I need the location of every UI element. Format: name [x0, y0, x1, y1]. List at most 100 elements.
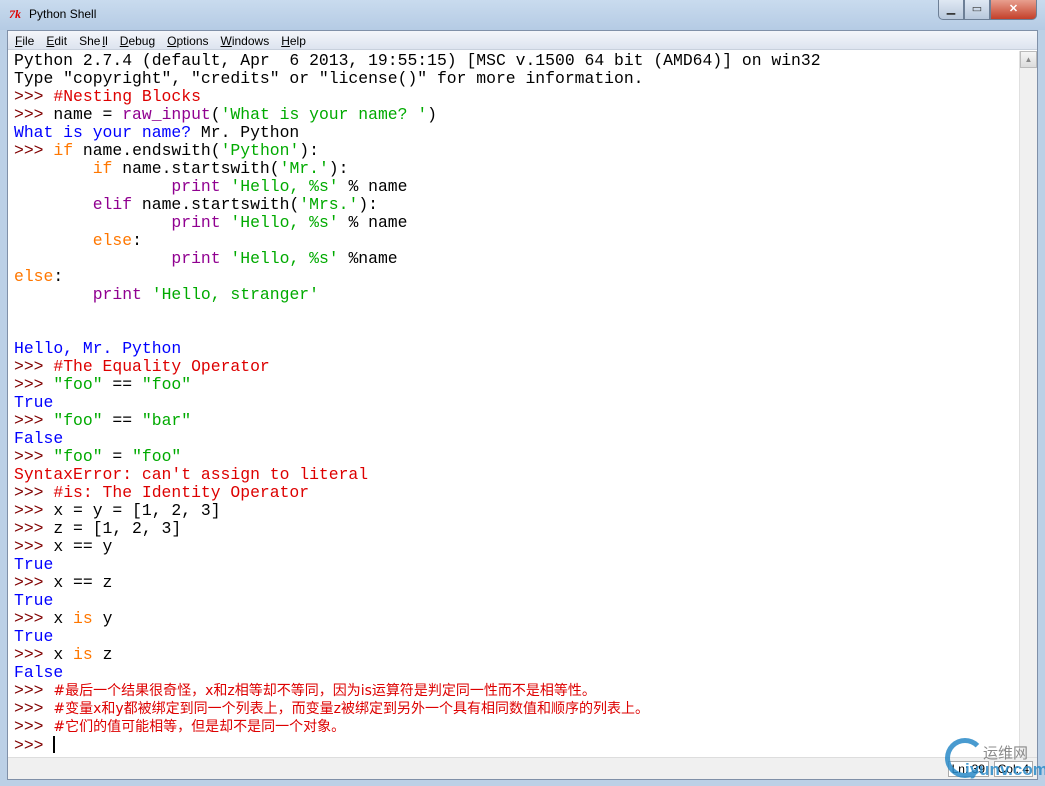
shell-line: >>> x == z	[14, 574, 1020, 592]
shell-line: >>> #The Equality Operator	[14, 358, 1020, 376]
shell-line: print 'Hello, %s' %name	[14, 250, 1020, 268]
code-token: 'Hello, %s'	[230, 213, 339, 232]
menu-label: indows	[231, 34, 270, 48]
shell-line: >>> #它们的值可能相等，但是却不是同一个对象。	[14, 718, 1020, 736]
shell-line: SyntaxError: can't assign to literal	[14, 466, 1020, 484]
menu-label: l	[105, 34, 108, 48]
menu-item[interactable]: Help	[280, 31, 315, 49]
code-token: :	[132, 231, 142, 250]
prompt: >>>	[14, 411, 54, 430]
code-token: 'Hello, %s'	[230, 249, 339, 268]
shell-line: >>> if name.endswith('Python'):	[14, 142, 1020, 160]
menu-item[interactable]: Options	[166, 31, 217, 49]
menu-label: ebug	[128, 34, 156, 48]
shell-line: print 'Hello, stranger'	[14, 286, 1020, 304]
shell-line: False	[14, 664, 1020, 682]
prompt: >>>	[14, 357, 54, 376]
code-token: x == z	[53, 573, 113, 592]
code-token: x == y	[53, 537, 113, 556]
shell-line: >>> x is z	[14, 646, 1020, 664]
code-token: name.startswith(	[132, 195, 300, 214]
code-token: else	[14, 267, 54, 286]
code-token: Type "copyright", "credits" or "license(…	[14, 69, 644, 88]
code-token: SyntaxError: can't assign to literal	[14, 465, 369, 484]
menu-item[interactable]: Windows	[220, 31, 279, 49]
menu-item[interactable]: She ll	[78, 31, 117, 49]
code-token: "foo"	[53, 375, 103, 394]
close-button[interactable]: ✕	[990, 0, 1037, 20]
shell-line: print 'Hello, %s' % name	[14, 178, 1020, 196]
code-token: "bar"	[141, 411, 192, 430]
code-token: What is your name?	[14, 123, 201, 142]
code-token: Python 2.7.4 (default, Apr 6 2013, 19:55…	[14, 51, 821, 70]
code-token: 'Mrs.'	[299, 195, 359, 214]
shell-text-area[interactable]: Python 2.7.4 (default, Apr 6 2013, 19:55…	[8, 51, 1020, 758]
code-token: print	[171, 177, 221, 196]
prompt: >>>	[14, 681, 54, 700]
code-token: #最后一个结果很奇怪，x和z相等却不等同，因为is运算符是判定同一性而不是相等性…	[53, 683, 596, 699]
code-token: print	[92, 285, 142, 304]
code-token: True	[14, 393, 54, 412]
code-token: "foo"	[141, 375, 192, 394]
menu-label: ile	[22, 34, 35, 48]
code-token: name.endswith(	[73, 141, 221, 160]
code-token: is	[73, 609, 93, 628]
code-token: False	[14, 663, 64, 682]
shell-line: >>> name = raw_input('What is your name?…	[14, 106, 1020, 124]
menu-mnemonic: H	[281, 34, 290, 48]
code-token: raw_input	[122, 105, 211, 124]
code-token: "foo"	[53, 411, 103, 430]
code-token: 'Python'	[220, 141, 300, 160]
code-token: ):	[358, 195, 378, 214]
menu-item[interactable]: Debug	[119, 31, 164, 49]
code-token: )	[427, 105, 437, 124]
vertical-scrollbar[interactable]: ▲	[1019, 51, 1037, 758]
watermark-domain: iyunv.com	[965, 760, 1045, 779]
menu-label: elp	[289, 34, 306, 48]
shell-line: else:	[14, 232, 1020, 250]
menu-item[interactable]: File	[14, 31, 43, 49]
prompt: >>>	[14, 447, 54, 466]
prompt: >>>	[14, 483, 54, 502]
code-token: z	[92, 645, 113, 664]
shell-line: False	[14, 430, 1020, 448]
code-token: #它们的值可能相等，但是却不是同一个对象。	[53, 719, 346, 735]
code-token: ==	[102, 375, 142, 394]
code-token: %name	[338, 249, 398, 268]
menu-bar: File Edit She ll Debug Options Windows Help	[8, 31, 1037, 50]
shell-line: True	[14, 592, 1020, 610]
prompt: >>>	[14, 699, 54, 718]
code-token: x	[53, 645, 74, 664]
code-token: True	[14, 555, 54, 574]
prompt: >>>	[14, 501, 54, 520]
code-token: True	[14, 591, 54, 610]
code-token: 'Mr.'	[279, 159, 329, 178]
menu-item[interactable]: Edit	[45, 31, 76, 49]
code-token: True	[14, 627, 54, 646]
code-token: #变量x和y都被绑定到同一个列表上，而变量z被绑定到另外一个具有相同数值和顺序的…	[53, 701, 650, 717]
code-token: % name	[338, 213, 408, 232]
shell-line: >>> x == y	[14, 538, 1020, 556]
code-token: False	[14, 429, 64, 448]
prompt: >>>	[14, 105, 54, 124]
code-token: Mr. Python	[200, 123, 300, 142]
shell-line: else:	[14, 268, 1020, 286]
maximize-button[interactable]: ▭	[964, 0, 990, 20]
shell-line: >>> z = [1, 2, 3]	[14, 520, 1020, 538]
shell-window: File Edit She ll Debug Options Windows Help Pyt…	[7, 30, 1038, 780]
minimize-button[interactable]: ▁	[938, 0, 964, 20]
shell-line: Python 2.7.4 (default, Apr 6 2013, 19:55…	[14, 52, 1020, 70]
scroll-up-arrow-icon[interactable]: ▲	[1020, 51, 1037, 68]
code-token: if	[92, 159, 113, 178]
code-token: % name	[338, 177, 408, 196]
tk-icon: 7k	[9, 7, 21, 21]
shell-line: True	[14, 556, 1020, 574]
